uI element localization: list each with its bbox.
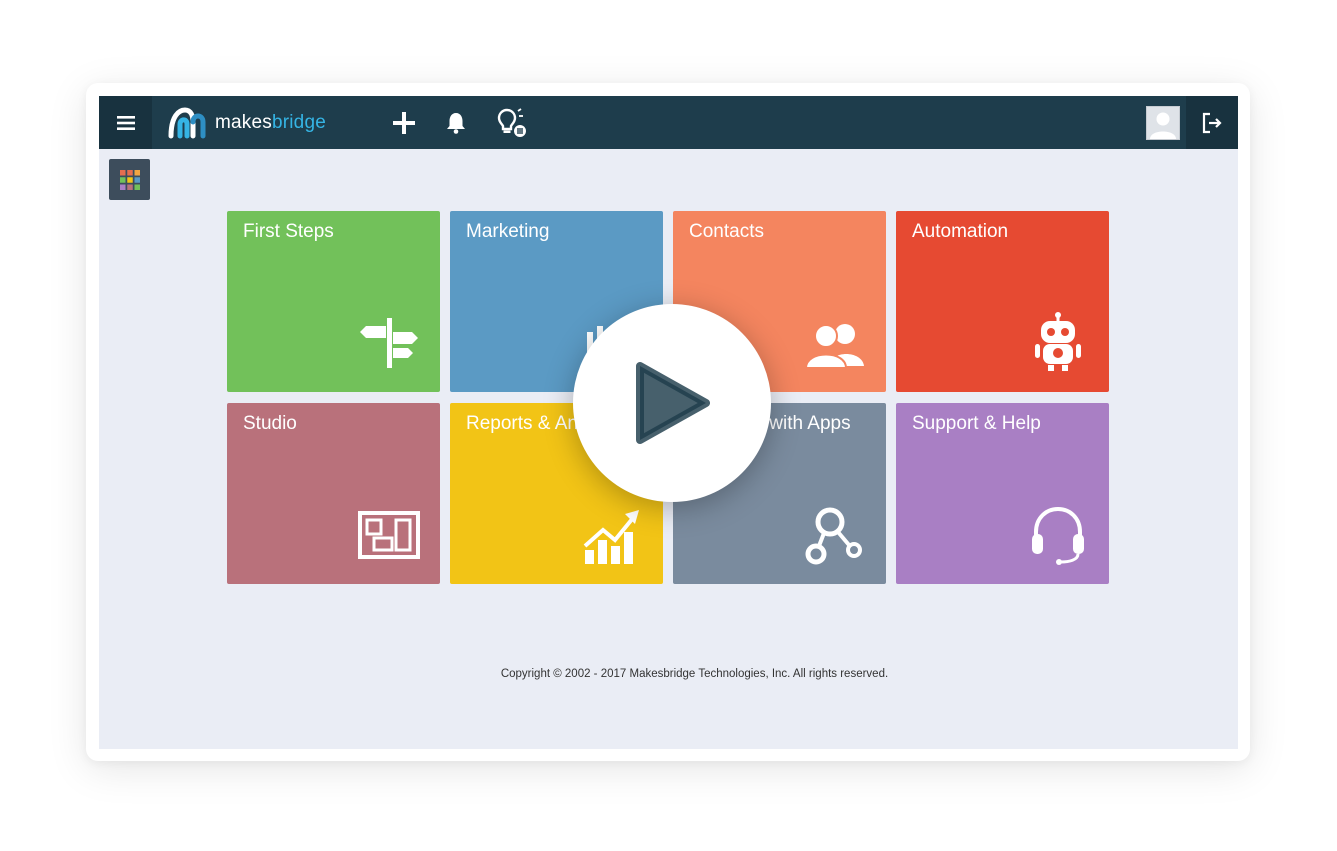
signpost-icon xyxy=(360,318,418,368)
apps-grid-button[interactable] xyxy=(109,159,150,200)
logout-icon xyxy=(1202,112,1222,133)
logo-mark-icon xyxy=(168,107,206,139)
top-navbar: makesbridge xyxy=(99,96,1238,149)
lightbulb-icon xyxy=(497,108,526,137)
play-icon xyxy=(636,362,710,444)
ideas-button[interactable] xyxy=(494,106,528,140)
tile-studio[interactable]: Studio xyxy=(227,403,440,584)
headset-icon xyxy=(1032,506,1084,565)
tile-label: Marketing xyxy=(466,221,550,242)
tile-first-steps[interactable]: First Steps xyxy=(227,211,440,392)
layout-icon xyxy=(358,511,420,559)
menu-button[interactable] xyxy=(99,96,152,149)
hamburger-icon xyxy=(116,115,135,130)
tile-label: Support & Help xyxy=(912,413,1041,434)
avatar-silhouette-icon xyxy=(1150,112,1176,139)
tile-automation[interactable]: Automation xyxy=(896,211,1109,392)
tile-label: Studio xyxy=(243,413,297,434)
tile-label: Automation xyxy=(912,221,1009,242)
user-avatar[interactable] xyxy=(1146,106,1180,140)
makesbridge-logo[interactable]: makesbridge xyxy=(167,105,326,141)
robot-icon xyxy=(1035,312,1081,371)
users-icon xyxy=(804,324,864,369)
video-play-button[interactable] xyxy=(573,304,771,502)
bell-icon xyxy=(447,113,465,134)
tile-label: Contacts xyxy=(689,221,764,242)
apps-grid-icon xyxy=(119,169,140,190)
notifications-button[interactable] xyxy=(439,106,473,140)
logo-text: makesbridge xyxy=(215,112,326,133)
tile-label: First Steps xyxy=(243,221,334,242)
tile-support-help[interactable]: Support & Help xyxy=(896,403,1109,584)
copyright-text: Copyright © 2002 - 2017 Makesbridge Tech… xyxy=(500,668,889,680)
chart-growth-icon xyxy=(583,510,639,564)
logout-button[interactable] xyxy=(1186,96,1238,149)
integration-icon xyxy=(805,507,862,565)
plus-icon xyxy=(393,112,415,134)
add-button[interactable] xyxy=(387,106,421,140)
